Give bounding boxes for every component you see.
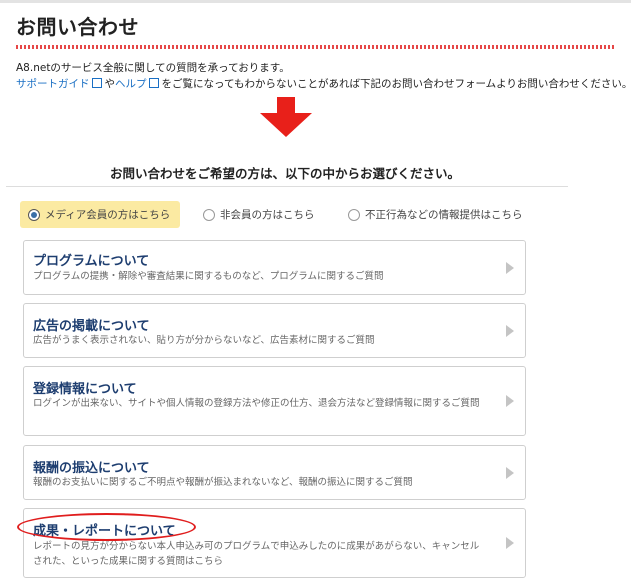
radio-fraud-report[interactable]: 不正行為などの情報提供はこちら [348, 201, 523, 228]
chevron-right-icon [506, 395, 514, 407]
radio-button[interactable] [28, 209, 40, 221]
card-title: 広告の掲載について [33, 315, 150, 334]
help-link-label: ヘルプ [115, 78, 147, 90]
choose-heading: お問い合わせをご希望の方は、以下の中からお選びください。 [0, 163, 570, 182]
connector-text: や [105, 78, 116, 90]
card-title: 報酬の振込について [33, 457, 150, 476]
intro-text: A8.netのサービス全般に関しての質問を承っております。 [16, 60, 290, 75]
card-title: 登録情報について [33, 378, 137, 397]
card-description: ログインが出来ない、サイトや個人情報の登録方法や修正の仕方、退会方法など登録情報… [33, 396, 483, 411]
radio-non-member[interactable]: 非会員の方はこちら [203, 201, 315, 228]
card-description: レポートの見方が分からない本人申込み可のプログラムで申込みしたのに成果があがらな… [33, 539, 483, 569]
chevron-right-icon [506, 325, 514, 337]
support-guide-link[interactable]: サポートガイド [16, 78, 105, 90]
chevron-right-icon [506, 537, 514, 549]
divider [6, 186, 568, 187]
radio-button[interactable] [203, 209, 215, 221]
external-link-icon [149, 78, 159, 88]
chevron-right-icon [506, 262, 514, 274]
card-reward-payment[interactable]: 報酬の振込について 報酬のお支払いに関するご不明点や報酬が振込まれないなど、報酬… [23, 445, 526, 500]
chevron-right-icon [506, 467, 514, 479]
radio-label: メディア会員の方はこちら [45, 207, 170, 222]
card-registration-info[interactable]: 登録情報について ログインが出来ない、サイトや個人情報の登録方法や修正の仕方、退… [23, 366, 526, 436]
card-title: プログラムについて [33, 250, 149, 269]
radio-label: 非会員の方はこちら [220, 207, 315, 222]
title-underline [16, 45, 615, 49]
external-link-icon [92, 78, 102, 88]
down-arrow-icon [258, 97, 314, 137]
card-ad-placement[interactable]: 広告の掲載について 広告がうまく表示されない、貼り方が分からないなど、広告素材に… [23, 303, 526, 358]
support-guide-link-label: サポートガイド [16, 78, 90, 90]
card-description: プログラムの提携・解除や審査結果に関するものなど、プログラムに関するご質問 [33, 269, 483, 284]
radio-media-member[interactable]: メディア会員の方はこちら [20, 201, 180, 228]
highlight-annotation-ellipse [17, 513, 196, 541]
page-title: お問い合わせ [16, 11, 139, 40]
help-link[interactable]: ヘルプ [115, 78, 162, 90]
radio-button[interactable] [348, 209, 360, 221]
intro-links-line: サポートガイド やヘルプ をご覧になってもわからないことがあれば下記のお問い合わせフ… [16, 76, 631, 91]
card-description: 広告がうまく表示されない、貼り方が分からないなど、広告素材に関するご質問 [33, 333, 483, 348]
radio-label: 不正行為などの情報提供はこちら [365, 207, 523, 222]
top-border [0, 0, 631, 3]
card-program[interactable]: プログラムについて プログラムの提携・解除や審査結果に関するものなど、プログラム… [23, 240, 526, 295]
card-description: 報酬のお支払いに関するご不明点や報酬が振込まれないなど、報酬の振込に関するご質問 [33, 475, 483, 490]
intro-text-rest: をご覧になってもわからないことがあれば下記のお問い合わせフォームよりお問い合わせ… [162, 78, 631, 90]
